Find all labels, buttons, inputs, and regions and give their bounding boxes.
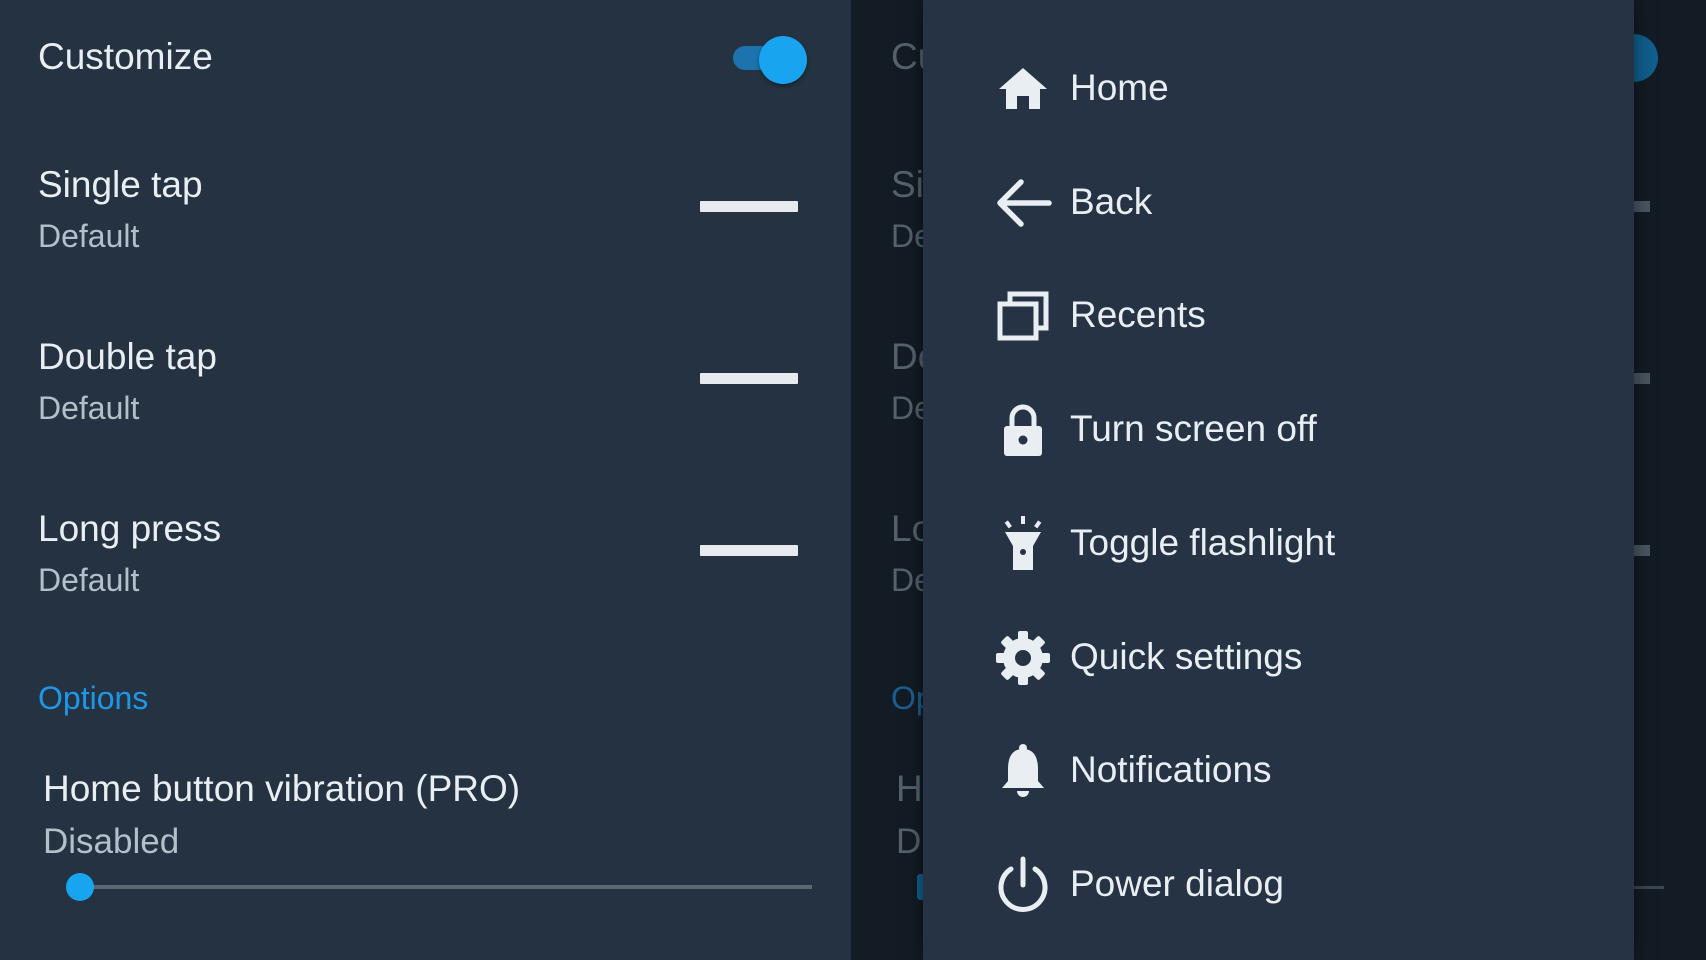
menu-item-recents[interactable]: Recents <box>923 268 1634 364</box>
dash-icon <box>700 545 798 556</box>
bell-icon <box>993 741 1053 801</box>
scrim[interactable] <box>1634 0 1706 960</box>
menu-item-label: Turn screen off <box>1070 408 1317 449</box>
menu-item-label: Recents <box>1070 294 1206 335</box>
menu-item-label: Back <box>1070 181 1153 222</box>
options-section-header: Options <box>38 680 149 716</box>
setting-title: Home button vibration (PRO) <box>43 768 521 809</box>
scrim[interactable]: Cu Si De Do De Lo De Op H Di <box>851 0 938 960</box>
customize-toggle[interactable] <box>733 36 807 84</box>
gear-icon <box>993 628 1053 688</box>
setting-value: Default <box>38 562 140 598</box>
home-icon <box>993 59 1053 119</box>
dash-icon <box>700 201 798 212</box>
ghost-slider-track <box>1634 886 1664 889</box>
menu-item-turn-screen-off[interactable]: Turn screen off <box>923 382 1634 478</box>
menu-item-label: Power dialog <box>1070 863 1284 904</box>
menu-item-back[interactable]: Back <box>923 155 1634 251</box>
ghost-dash <box>1634 373 1650 384</box>
recents-icon <box>993 286 1053 346</box>
menu-item-quick-settings[interactable]: Quick settings <box>923 610 1634 706</box>
ghost-dash <box>1634 545 1650 556</box>
menu-item-power-dialog[interactable]: Power dialog <box>923 837 1634 933</box>
menu-item-toggle-flashlight[interactable]: Toggle flashlight <box>923 496 1634 592</box>
customize-label: Customize <box>38 36 213 77</box>
menu-item-home[interactable]: Home <box>923 41 1634 137</box>
back-arrow-icon <box>993 173 1053 233</box>
lock-icon <box>993 400 1053 460</box>
vibration-slider-thumb[interactable] <box>66 873 94 901</box>
ghost-text: Si <box>891 164 924 205</box>
dash-icon <box>700 373 798 384</box>
menu-item-label: Notifications <box>1070 749 1272 790</box>
menu-item-label: Home <box>1070 67 1169 108</box>
power-icon <box>993 855 1053 915</box>
flashlight-icon <box>993 514 1053 574</box>
menu-item-label: Toggle flashlight <box>1070 522 1336 563</box>
ghost-dash <box>1634 201 1650 212</box>
menu-item-label: Quick settings <box>1070 636 1303 677</box>
setting-title: Double tap <box>38 336 217 377</box>
action-menu: Home Back Recents Turn screen off Toggle… <box>923 0 1634 960</box>
vibration-slider-track[interactable] <box>80 885 812 889</box>
setting-value: Disabled <box>43 822 180 861</box>
setting-value: Default <box>38 218 140 254</box>
setting-title: Single tap <box>38 164 203 205</box>
toggle-thumb <box>759 36 807 84</box>
ghost-text: H <box>896 768 923 809</box>
setting-value: Default <box>38 390 140 426</box>
menu-item-notifications[interactable]: Notifications <box>923 723 1634 819</box>
setting-title: Long press <box>38 508 222 549</box>
settings-panel: Customize Single tap Default Double tap … <box>0 0 851 960</box>
